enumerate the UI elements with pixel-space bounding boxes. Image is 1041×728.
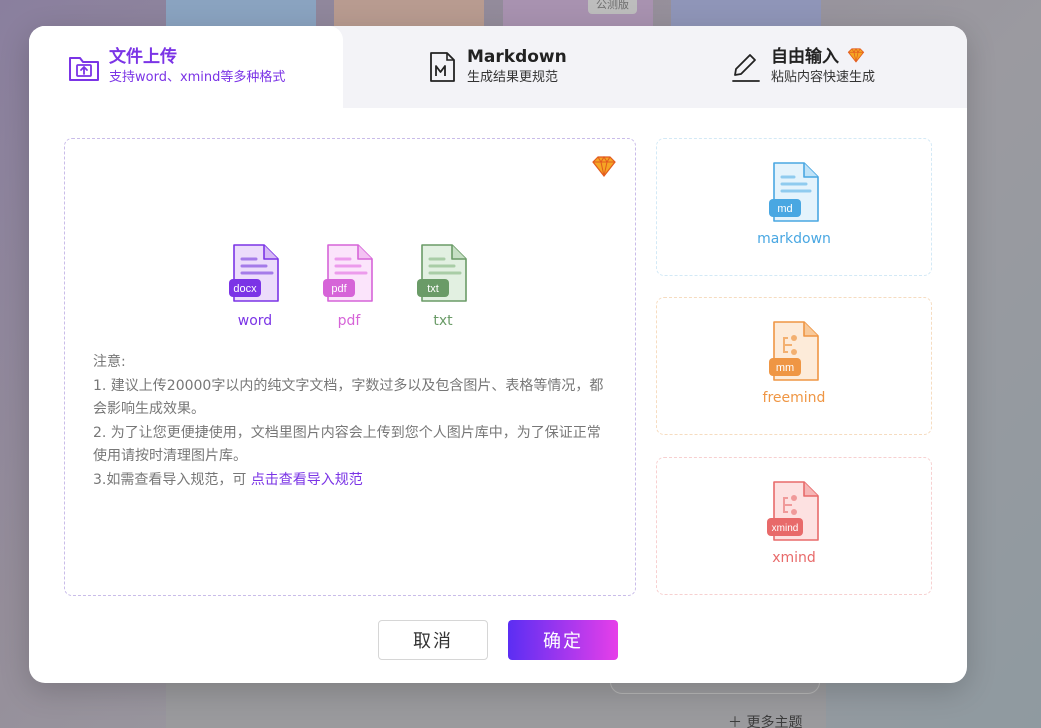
notes-line: 1. 建议上传20000字以内的纯文字文档，字数过多以及包含图片、表格等情况，都…: [93, 377, 604, 418]
format-card-xmind[interactable]: xmind xmind: [656, 457, 932, 595]
vip-gem-icon: [847, 48, 865, 63]
tab-subtitle: 生成结果更规范: [467, 70, 559, 85]
file-type-label: txt: [433, 313, 453, 329]
tab-title: 自由输入: [771, 46, 875, 68]
pdf-file-icon: pdf: [323, 244, 373, 302]
confirm-button[interactable]: 确定: [508, 620, 618, 660]
file-type-label: pdf: [337, 313, 361, 329]
txt-file-icon: txt: [417, 244, 467, 302]
tab-file-upload[interactable]: 文件上传 支持word、xmind等多种格式: [67, 26, 285, 108]
file-type-pdf: pdf pdf: [323, 243, 374, 329]
file-badge: md: [777, 203, 792, 215]
mm-file-icon: mm: [769, 321, 819, 381]
format-card-markdown[interactable]: md markdown: [656, 138, 932, 276]
notes-heading: 注意:: [93, 354, 126, 370]
cancel-button[interactable]: 取消: [378, 620, 488, 660]
format-label: xmind: [772, 550, 816, 566]
file-upload-dropzone[interactable]: docx word pdf pdf txt txt 注意: 1. 建议上传200…: [64, 138, 636, 596]
file-badge: xmind: [772, 523, 799, 534]
tab-subtitle: 粘贴内容快速生成: [771, 70, 876, 85]
file-type-word: docx word: [229, 243, 280, 329]
file-badge: docx: [233, 283, 257, 295]
file-type-txt: txt txt: [417, 243, 468, 329]
tab-title-text: 自由输入: [771, 47, 839, 67]
notes-line: 2. 为了让您更便捷使用，文档里图片内容会上传到您个人图片库中，为了保证正常使用…: [93, 424, 601, 465]
import-dialog: 文件上传 支持word、xmind等多种格式 Markdown 生成结果更规范 …: [29, 26, 967, 683]
more-topics-label: 更多主题: [746, 715, 803, 728]
file-type-label: word: [237, 313, 273, 329]
xmind-file-icon: xmind: [767, 481, 819, 541]
view-import-spec-link[interactable]: 点击查看导入规范: [251, 472, 363, 488]
md-file-icon: md: [769, 162, 819, 222]
file-badge: txt: [427, 283, 439, 295]
notes-line-prefix: 3.如需查看导入规范，可: [93, 471, 251, 488]
markdown-file-icon: [430, 52, 455, 82]
format-label: markdown: [757, 231, 831, 247]
tab-subtitle: 支持word、xmind等多种格式: [109, 70, 286, 85]
tab-title: 文件上传: [109, 47, 177, 67]
tab-markdown[interactable]: Markdown 生成结果更规范: [425, 26, 567, 108]
file-badge: mm: [776, 362, 794, 374]
vip-gem-icon: [592, 156, 616, 177]
file-badge: pdf: [331, 283, 347, 295]
format-card-freemind[interactable]: mm freemind: [656, 297, 932, 435]
more-topics-link: ＋ 更多主题: [728, 712, 802, 728]
upload-folder-icon: [69, 57, 99, 81]
format-label: freemind: [762, 390, 826, 406]
upload-notes: 注意: 1. 建议上传20000字以内的纯文字文档，字数过多以及包含图片、表格等…: [93, 351, 613, 492]
supported-file-types: docx word pdf pdf txt txt: [229, 243, 468, 329]
beta-badge: 公测版: [588, 0, 637, 14]
pen-icon: [732, 54, 760, 82]
notes-line: 3.如需查看导入规范，可 点击查看导入规范: [93, 469, 613, 493]
tab-bar: 文件上传 支持word、xmind等多种格式 Markdown 生成结果更规范 …: [29, 26, 967, 108]
tab-title: Markdown: [467, 47, 567, 67]
tab-free-input[interactable]: 自由输入 粘贴内容快速生成: [729, 26, 875, 108]
docx-file-icon: docx: [229, 244, 279, 302]
